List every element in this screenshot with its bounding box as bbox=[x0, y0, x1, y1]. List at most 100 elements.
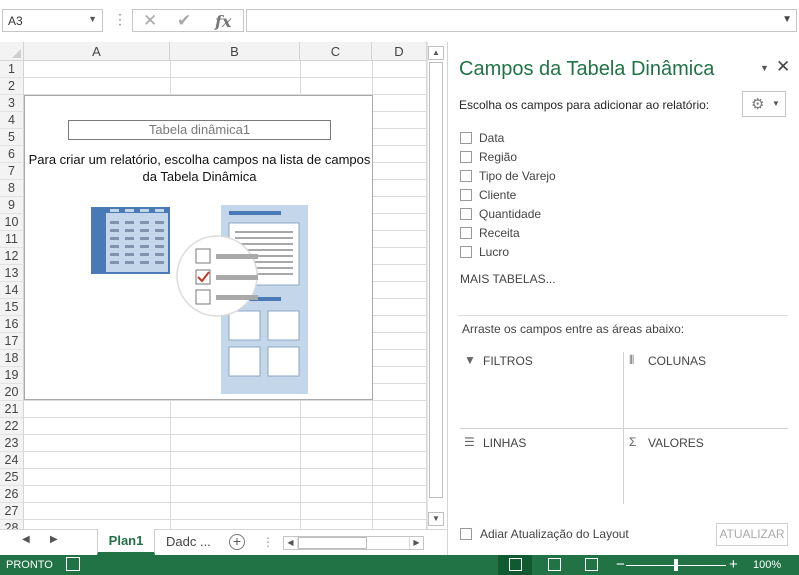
pane-options-chevron-icon[interactable]: ▼ bbox=[760, 63, 769, 73]
vertical-scroll-thumb[interactable] bbox=[429, 62, 443, 498]
row-header[interactable]: 2 bbox=[0, 78, 24, 95]
scroll-down-icon[interactable]: ▼ bbox=[428, 512, 444, 526]
field-label: Região bbox=[479, 150, 518, 164]
rows-area-label: LINHAS bbox=[483, 436, 527, 450]
row-header[interactable]: 10 bbox=[0, 214, 24, 231]
field-label: Tipo de Varejo bbox=[479, 169, 556, 183]
field-checkbox[interactable] bbox=[460, 246, 472, 258]
row-header[interactable]: 4 bbox=[0, 112, 24, 129]
gridline bbox=[24, 468, 427, 469]
row-header[interactable]: 27 bbox=[0, 503, 24, 520]
column-header[interactable]: A bbox=[24, 42, 170, 61]
tab-scroll-right-icon[interactable]: ▶ bbox=[50, 534, 58, 545]
row-header[interactable]: 17 bbox=[0, 333, 24, 350]
formula-bar-handle-icon[interactable]: ⋮ bbox=[113, 11, 127, 28]
row-header[interactable]: 26 bbox=[0, 486, 24, 503]
normal-view-button[interactable] bbox=[498, 555, 532, 575]
status-text: PRONTO bbox=[6, 559, 53, 571]
horizontal-scroll-thumb[interactable] bbox=[298, 537, 367, 549]
pivot-table-placeholder[interactable]: Tabela dinâmica1 Para criar um relatório… bbox=[24, 95, 373, 400]
row-header[interactable]: 11 bbox=[0, 231, 24, 248]
pivot-fields-pane: Campos da Tabela Dinâmica ▼ ✕ Escolha os… bbox=[447, 42, 799, 555]
tabs-splitter-icon[interactable]: ⋮ bbox=[262, 535, 274, 549]
insert-function-button[interactable]: fx bbox=[215, 12, 231, 31]
row-header[interactable]: 24 bbox=[0, 452, 24, 469]
macro-record-icon[interactable] bbox=[66, 557, 80, 571]
row-header[interactable]: 22 bbox=[0, 418, 24, 435]
field-checkbox[interactable] bbox=[460, 151, 472, 163]
name-box[interactable]: A3 ▼ bbox=[2, 9, 103, 32]
values-area-label: VALORES bbox=[648, 436, 704, 450]
field-checkbox[interactable] bbox=[460, 132, 472, 144]
row-header[interactable]: 1 bbox=[0, 61, 24, 78]
row-header[interactable]: 23 bbox=[0, 435, 24, 452]
page-break-view-button[interactable] bbox=[585, 558, 598, 571]
gridline bbox=[24, 77, 427, 78]
row-header[interactable]: 25 bbox=[0, 469, 24, 486]
row-header[interactable]: 3 bbox=[0, 95, 24, 112]
formula-input[interactable]: ▼ bbox=[246, 9, 797, 32]
add-sheet-button[interactable]: + bbox=[229, 534, 245, 550]
field-checkbox[interactable] bbox=[460, 189, 472, 201]
zoom-level[interactable]: 100% bbox=[753, 559, 781, 571]
page-layout-view-button[interactable] bbox=[548, 558, 561, 571]
row-header[interactable]: 19 bbox=[0, 367, 24, 384]
field-checkbox[interactable] bbox=[460, 170, 472, 182]
zoom-out-button[interactable]: − bbox=[616, 555, 625, 574]
row-header[interactable]: 9 bbox=[0, 197, 24, 214]
field-checkbox[interactable] bbox=[460, 227, 472, 239]
expand-formula-bar-icon[interactable]: ▼ bbox=[782, 14, 792, 25]
row-header[interactable]: 8 bbox=[0, 180, 24, 197]
pivot-table-name: Tabela dinâmica1 bbox=[68, 120, 331, 140]
pane-subtitle: Escolha os campos para adicionar ao rela… bbox=[459, 98, 710, 112]
tab-dados[interactable]: Dadc ... bbox=[158, 530, 221, 554]
row-header[interactable]: 5 bbox=[0, 129, 24, 146]
zoom-in-button[interactable]: + bbox=[729, 555, 738, 574]
drag-instructions: Arraste os campos entre as áreas abaixo: bbox=[462, 322, 685, 336]
field-label: Lucro bbox=[479, 245, 510, 259]
row-header[interactable]: 7 bbox=[0, 163, 24, 180]
defer-update-checkbox[interactable] bbox=[460, 528, 472, 540]
tools-button[interactable]: ⚙ ▼ bbox=[742, 91, 786, 117]
update-button[interactable]: ATUALIZAR bbox=[716, 523, 788, 546]
gridline bbox=[24, 451, 427, 452]
name-box-value: A3 bbox=[8, 14, 23, 28]
row-header[interactable]: 12 bbox=[0, 248, 24, 265]
row-header[interactable]: 20 bbox=[0, 384, 24, 401]
sheet-tabs-bar: ◀ ▶ Plan1 Dadc ... + ⋮ ◀ ▶ bbox=[0, 529, 447, 555]
gridline bbox=[24, 400, 427, 401]
row-header[interactable]: 6 bbox=[0, 146, 24, 163]
scroll-left-icon[interactable]: ◀ bbox=[284, 537, 298, 549]
column-header[interactable]: C bbox=[300, 42, 372, 61]
columns-icon: ⦀ bbox=[629, 353, 635, 367]
gridline bbox=[24, 502, 427, 503]
enter-icon[interactable]: ✔ bbox=[177, 11, 191, 31]
tab-plan1[interactable]: Plan1 bbox=[97, 529, 155, 555]
select-all-button[interactable] bbox=[0, 42, 24, 61]
field-label: Quantidade bbox=[479, 207, 542, 221]
column-header[interactable]: D bbox=[372, 42, 427, 61]
field-checkbox[interactable] bbox=[460, 208, 472, 220]
row-header[interactable]: 13 bbox=[0, 265, 24, 282]
divider bbox=[458, 315, 788, 316]
chevron-down-icon[interactable]: ▼ bbox=[88, 14, 97, 24]
close-icon[interactable]: ✕ bbox=[776, 57, 790, 77]
tab-scroll-left-icon[interactable]: ◀ bbox=[22, 534, 30, 545]
row-header[interactable]: 28 bbox=[0, 520, 24, 529]
grid-view-icon bbox=[509, 558, 522, 571]
cancel-icon[interactable]: ✕ bbox=[143, 11, 157, 31]
more-tables-link[interactable]: MAIS TABELAS... bbox=[460, 272, 556, 286]
worksheet[interactable]: ABCD 1 2 3 4 5 6 7 8 9 10 11 12 13 14 15 16 17 18 19 20 21 22… bbox=[0, 42, 447, 529]
row-header[interactable]: 18 bbox=[0, 350, 24, 367]
scroll-up-icon[interactable]: ▲ bbox=[428, 46, 444, 60]
rows-icon: ☰ bbox=[464, 435, 475, 449]
horizontal-scrollbar[interactable]: ◀ ▶ bbox=[283, 536, 424, 550]
column-header[interactable]: B bbox=[170, 42, 300, 61]
row-header[interactable]: 21 bbox=[0, 401, 24, 418]
vertical-scrollbar[interactable]: ▲ ▼ bbox=[427, 42, 444, 529]
row-header[interactable]: 16 bbox=[0, 316, 24, 333]
row-header[interactable]: 15 bbox=[0, 299, 24, 316]
scroll-right-icon[interactable]: ▶ bbox=[409, 537, 423, 549]
zoom-slider-thumb[interactable] bbox=[674, 559, 678, 571]
row-header[interactable]: 14 bbox=[0, 282, 24, 299]
